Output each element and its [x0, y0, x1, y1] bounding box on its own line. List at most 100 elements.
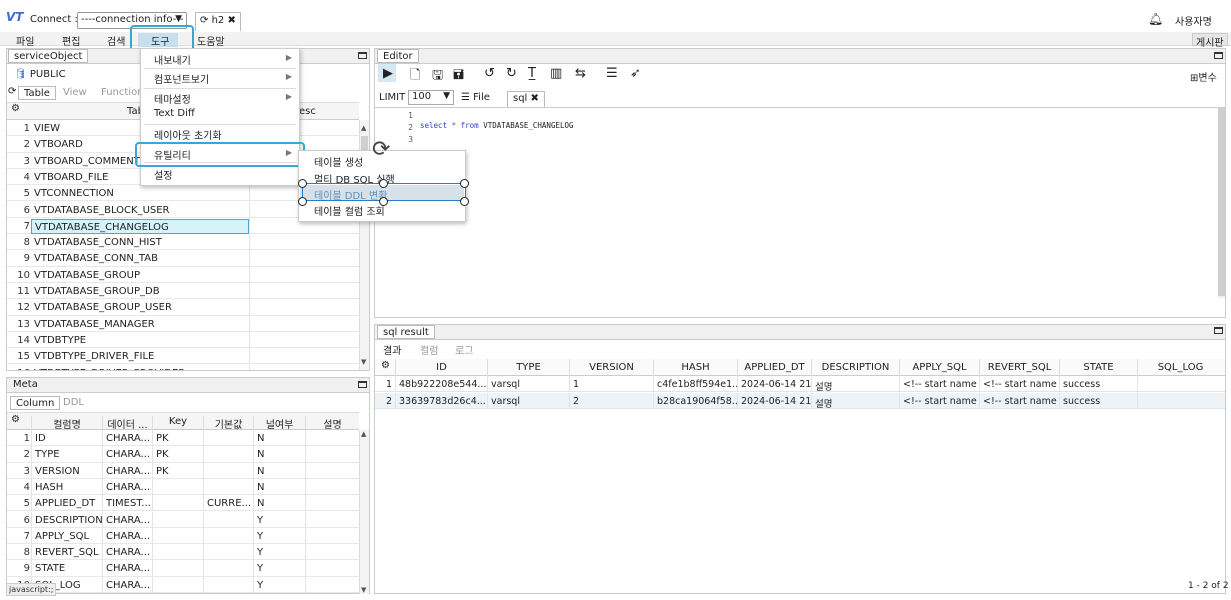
menu-item-settings[interactable]: 설정: [154, 167, 172, 182]
tab-sql[interactable]: sql ✖: [507, 91, 545, 107]
menu-file[interactable]: 파일: [16, 33, 34, 48]
result-column-header[interactable]: ID: [395, 359, 487, 376]
submenu-item-create-table[interactable]: 테이블 생성: [314, 154, 363, 169]
menu-help[interactable]: 도움말: [197, 33, 225, 48]
result-column-header[interactable]: SQL_LOG: [1137, 359, 1223, 376]
redo-icon[interactable]: ↻: [506, 66, 517, 81]
tab-view[interactable]: View: [63, 87, 87, 98]
menu-search[interactable]: 검색: [107, 33, 125, 48]
minimize-icon[interactable]: [1214, 327, 1223, 334]
menu-item-layout-reset[interactable]: 레이아웃 초기화: [154, 127, 222, 142]
user-name[interactable]: 사용자명: [1175, 13, 1212, 28]
variables-button[interactable]: ⊞변수: [1190, 69, 1217, 84]
meta-row[interactable]: 5 APPLIED_DT TIMEST... CURRE... N: [7, 495, 359, 512]
result-column-header[interactable]: REVERT_SQL: [979, 359, 1059, 376]
result-column-header[interactable]: HASH: [653, 359, 737, 376]
bell-icon[interactable]: 🔔︎: [1148, 12, 1163, 26]
table-row[interactable]: 14 VTDBTYPE: [7, 331, 359, 349]
menu-item-theme-settings[interactable]: 테마설정: [154, 91, 191, 106]
result-column-header[interactable]: VERSION: [569, 359, 653, 376]
editor-scrollbar[interactable]: [1218, 108, 1225, 298]
result-column-header[interactable]: TYPE: [487, 359, 569, 376]
save-icon[interactable]: 🖫: [432, 66, 443, 88]
indent-icon[interactable]: ☰: [606, 66, 618, 81]
table-row[interactable]: 11 VTDATABASE_GROUP_DB: [7, 283, 359, 300]
meta-column-header[interactable]: Key: [152, 416, 203, 431]
gear-icon[interactable]: ⚙: [381, 360, 390, 371]
map-icon[interactable]: ▥: [550, 66, 562, 81]
menu-item-export[interactable]: 내보내기: [154, 52, 191, 67]
meta-column-header[interactable]: 기본값: [203, 416, 253, 431]
meta-row[interactable]: 7 APPLY_SQL CHARA... Y: [7, 527, 359, 545]
menu-item-component-view[interactable]: 컴포넌트보기: [154, 71, 209, 86]
tab-columns[interactable]: 컬럼: [420, 342, 438, 357]
submenu-item-column-lookup[interactable]: 테이블 컬럼 조회: [314, 203, 385, 218]
meta-cell: CHARA...: [102, 511, 152, 528]
tab-log[interactable]: 로그: [455, 342, 473, 357]
table-row[interactable]: 13 VTDATABASE_MANAGER: [7, 315, 359, 332]
limit-select[interactable]: 100 ▼: [408, 90, 454, 105]
meta-column-header[interactable]: 컬럼명: [31, 416, 102, 431]
refresh-icon[interactable]: ⟳: [200, 15, 208, 26]
close-icon[interactable]: ✖: [227, 15, 235, 26]
schema-row[interactable]: 🛢︎ PUBLIC: [14, 69, 66, 80]
replace-icon[interactable]: ⇆: [575, 66, 586, 81]
undo-icon[interactable]: ↺: [484, 66, 495, 81]
run-icon[interactable]: ▶: [383, 66, 393, 81]
meta-row[interactable]: 10SQL_LOGCHARA...Y: [7, 576, 359, 593]
meta-row[interactable]: 2 TYPE CHARA... PK N: [7, 446, 359, 463]
result-column-header[interactable]: APPLY_SQL: [899, 359, 979, 376]
new-file-icon[interactable]: 🗋: [410, 66, 420, 88]
menu-item-text-diff[interactable]: Text Diff: [154, 108, 195, 119]
tab-ddl[interactable]: DDL: [63, 397, 84, 408]
result-row[interactable]: 1 48b922208e544... varsql 1 c4fe1b8ff594e1..…: [375, 376, 1225, 392]
close-icon[interactable]: ✖: [531, 93, 539, 104]
meta-row[interactable]: 8 REVERT_SQL CHARA... Y: [7, 544, 359, 561]
meta-column-header[interactable]: 설명: [305, 416, 359, 431]
format-text-icon[interactable]: T̲: [528, 66, 536, 81]
result-column-header[interactable]: APPLIED_DT: [737, 359, 811, 376]
save-all-icon[interactable]: 🖬: [453, 66, 464, 88]
minimize-icon[interactable]: [1214, 52, 1223, 59]
file-button[interactable]: ☰ File: [461, 92, 490, 103]
table-row[interactable]: 16VTDBTYPE_DRIVER_PROVIDER: [7, 364, 359, 370]
result-cell: 48b922208e544...: [395, 376, 487, 392]
tab-result[interactable]: 결과: [383, 342, 401, 357]
gear-icon[interactable]: ⚙: [11, 103, 20, 114]
board-button[interactable]: 게시판: [1192, 33, 1228, 49]
table-row[interactable]: 10 VTDATABASE_GROUP: [7, 266, 359, 283]
result-column-header[interactable]: STATE: [1059, 359, 1137, 376]
table-row[interactable]: 8 VTDATABASE_CONN_HIST: [7, 234, 359, 251]
table-row[interactable]: 15 VTDBTYPE_DRIVER_FILE: [7, 348, 359, 365]
meta-row[interactable]: 9 STATE CHARA... Y: [7, 560, 359, 577]
send-icon[interactable]: ➶: [630, 66, 641, 81]
meta-row[interactable]: 6 DESCRIPTION CHARA... Y: [7, 511, 359, 528]
result-row[interactable]: 2 33639783d26c4... varsql 2 b28ca19064f58...…: [375, 392, 1225, 409]
column-divider: [249, 234, 250, 251]
table-name: VTCONNECTION: [34, 188, 114, 200]
minimize-icon[interactable]: [358, 52, 367, 59]
minimize-icon[interactable]: [358, 381, 367, 388]
result-cell: 설명: [811, 376, 899, 392]
gear-icon[interactable]: ⚙: [11, 414, 20, 425]
meta-column-header[interactable]: 널여부: [253, 416, 305, 431]
meta-column-header[interactable]: 데이터 ...: [102, 416, 152, 431]
meta-scrollbar[interactable]: ▲ ▼: [359, 430, 369, 594]
tab-table[interactable]: Table: [18, 86, 56, 100]
refresh-icon[interactable]: ⟳: [8, 86, 16, 97]
tab-h2[interactable]: ⟳ h2 ✖: [195, 12, 241, 31]
sql-editor[interactable]: select * from VTDATABASE_CHANGELOG: [420, 121, 574, 130]
result-column-header[interactable]: DESCRIPTION: [811, 359, 899, 376]
result-cell: 2024-06-14 21:...: [737, 392, 811, 409]
rotate-handle-icon: ⟳: [372, 137, 391, 162]
meta-row[interactable]: 1 ID CHARA... PK N: [7, 430, 359, 447]
menu-edit[interactable]: 편집: [62, 33, 80, 48]
meta-row[interactable]: 4 HASH CHARA... N: [7, 478, 359, 496]
tab-function[interactable]: Function: [101, 87, 144, 98]
row-number: 2: [386, 395, 393, 407]
meta-row[interactable]: 3 VERSION CHARA... PK N: [7, 462, 359, 479]
tab-column[interactable]: Column: [10, 396, 61, 410]
status-link: javascript:;: [6, 583, 57, 596]
table-row[interactable]: 9 VTDATABASE_CONN_TAB: [7, 250, 359, 267]
table-row[interactable]: 12 VTDATABASE_GROUP_USER: [7, 299, 359, 316]
